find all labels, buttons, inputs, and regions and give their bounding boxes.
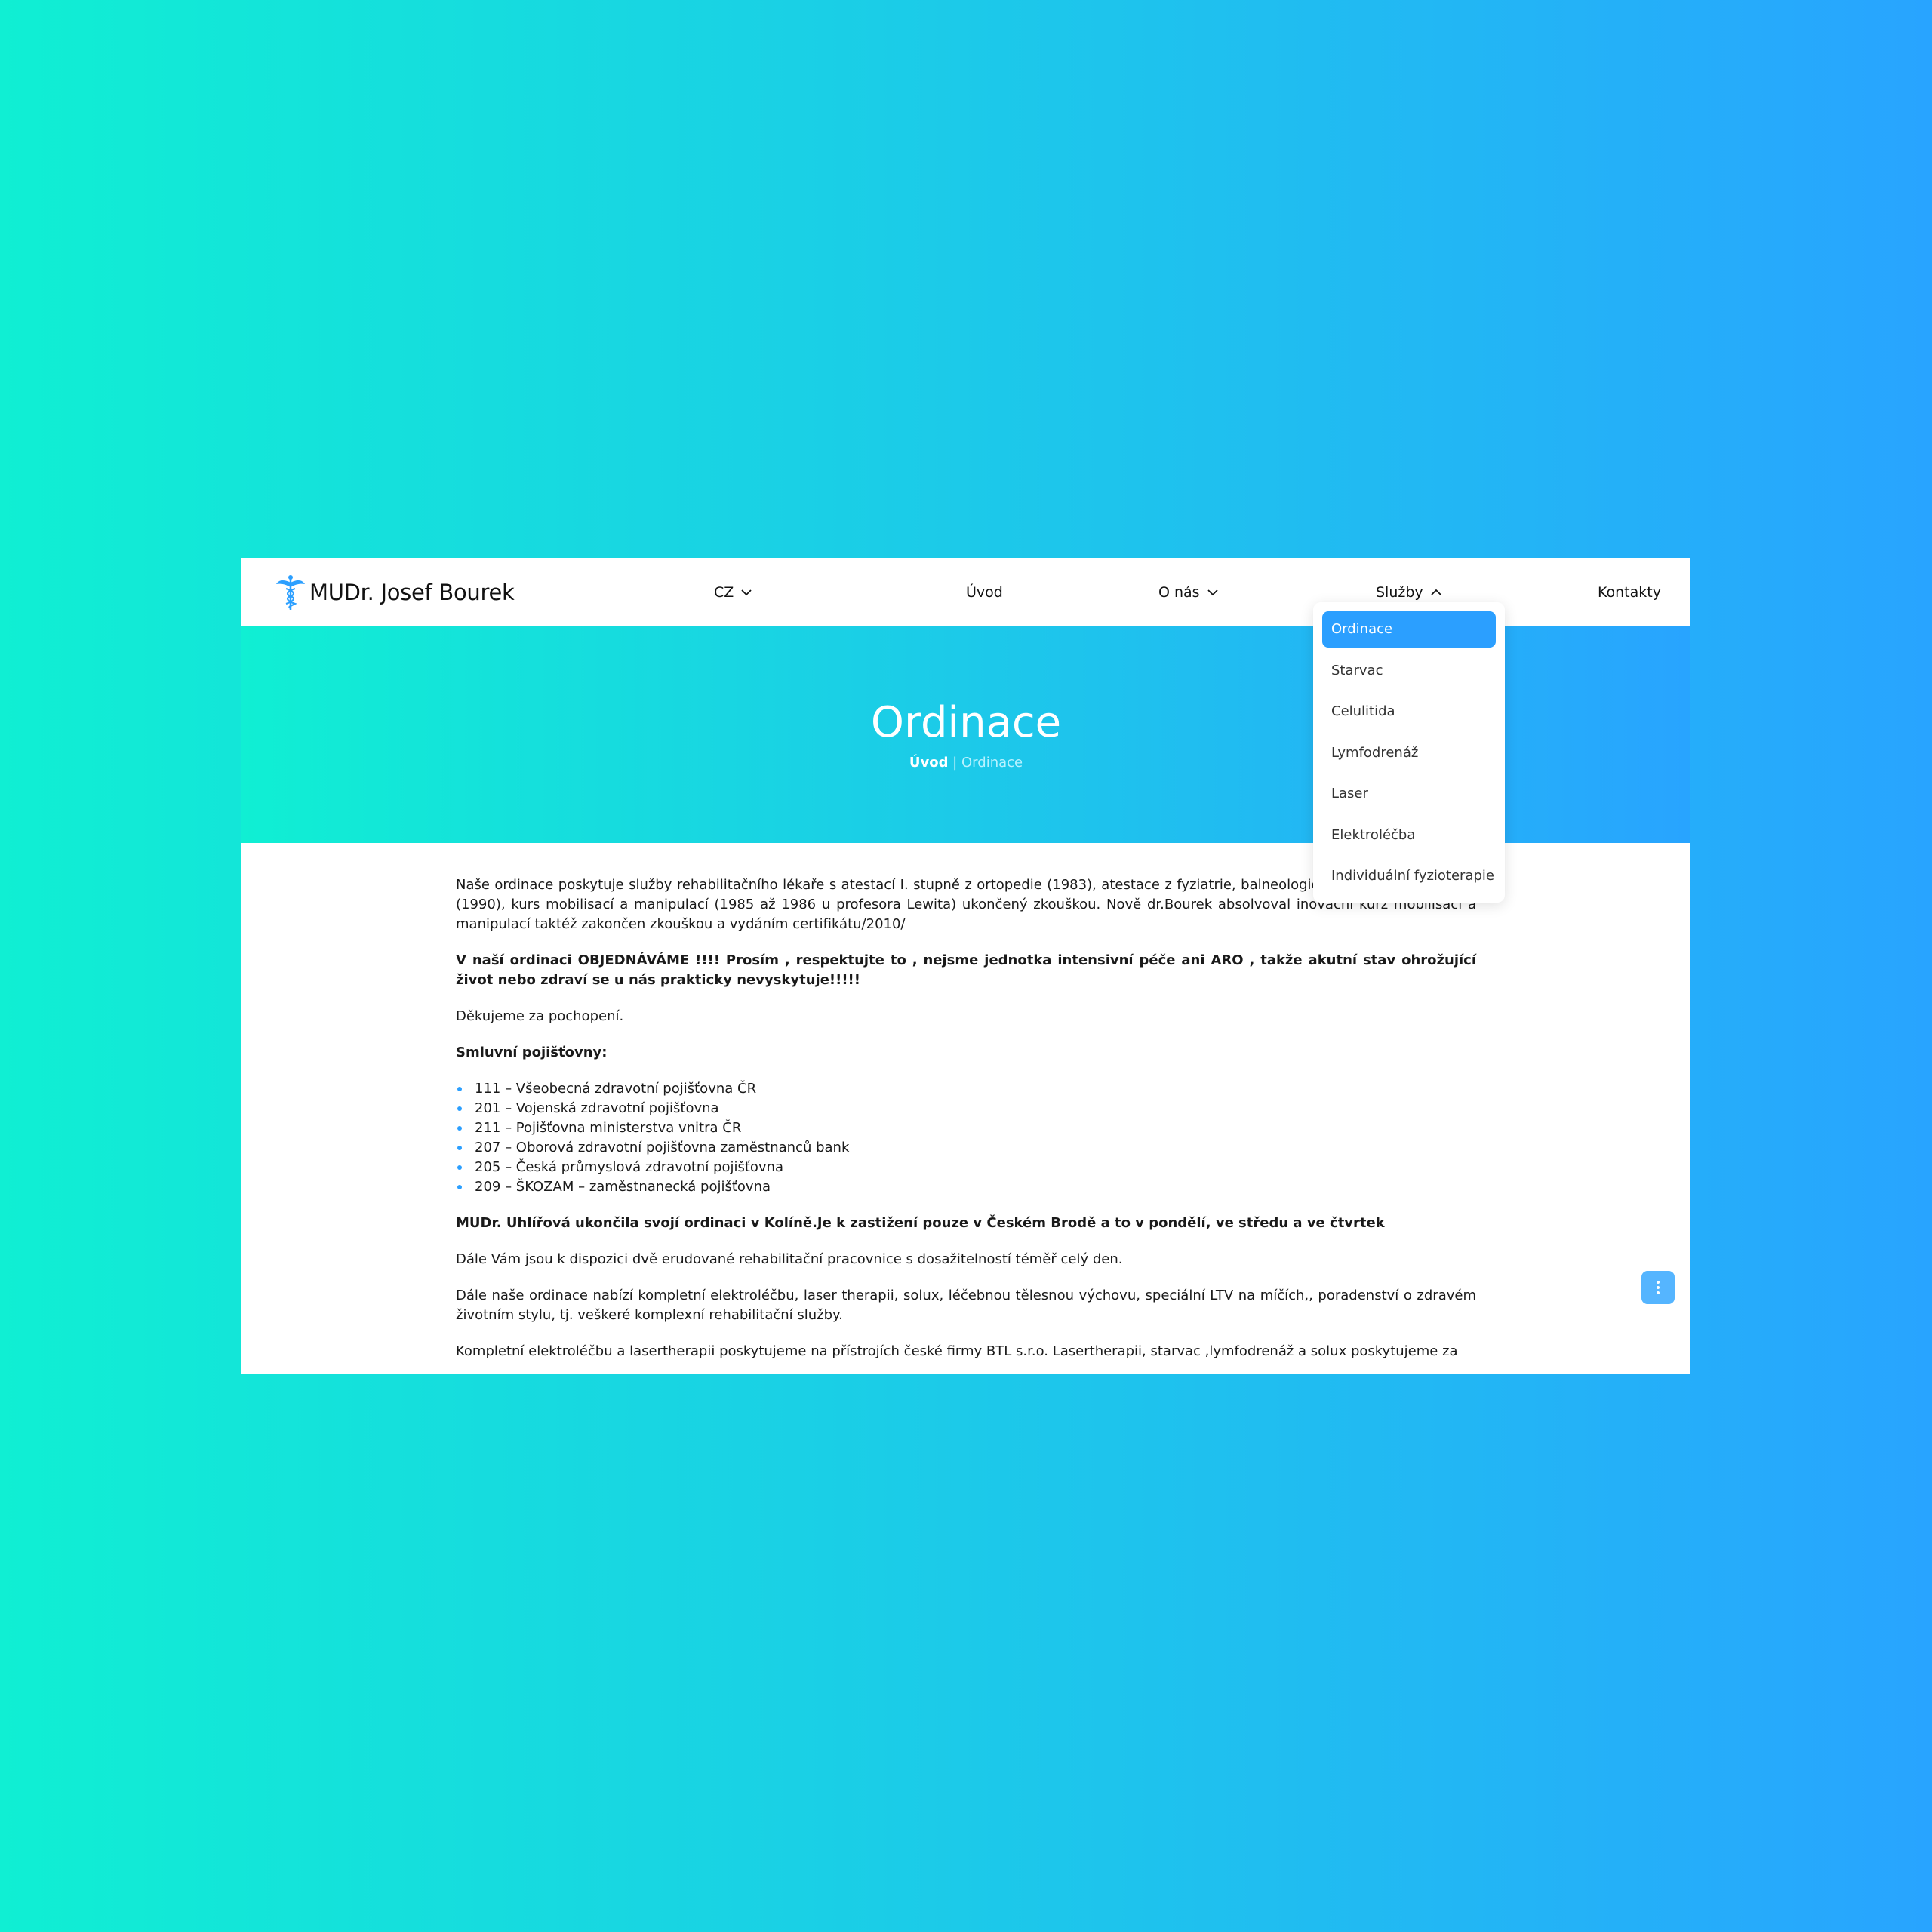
chevron-down-icon: [1207, 589, 1218, 596]
site-logo-text: MUDr. Josef Bourek: [309, 580, 515, 605]
list-item: 209 – ŠKOZAM – zaměstnanecká pojišťovna: [456, 1177, 1476, 1197]
nav-menu-about[interactable]: O nás: [1158, 558, 1220, 626]
caduceus-icon: [276, 575, 305, 610]
insurers-list: 111 – Všeobecná zdravotní pojišťovna ČR …: [456, 1079, 1476, 1197]
dropdown-item-elektroleceba[interactable]: Elektroléčba: [1322, 817, 1496, 854]
nav-link-contacts[interactable]: Kontakty: [1598, 558, 1661, 626]
dropdown-item-starvac[interactable]: Starvac: [1322, 653, 1496, 689]
more-vertical-icon: [1657, 1281, 1660, 1294]
breadcrumb-current: Ordinace: [961, 755, 1023, 771]
services-paragraph: Dále naše ordinace nabízí kompletní elek…: [456, 1287, 1476, 1323]
dropdown-item-laser[interactable]: Laser: [1322, 776, 1496, 812]
breadcrumb-home-link[interactable]: Úvod: [909, 755, 949, 771]
list-item: 205 – Česká průmyslová zdravotní pojišťo…: [456, 1158, 1476, 1177]
list-item: 207 – Oborová zdravotní pojišťovna zaměs…: [456, 1138, 1476, 1158]
list-item: 211 – Pojišťovna ministerstva vnitra ČR: [456, 1118, 1476, 1138]
dropdown-item-fyzioterapie[interactable]: Individuální fyzioterapie: [1322, 858, 1496, 894]
chevron-down-icon: [741, 589, 752, 596]
insurers-heading: Smluvní pojišťovny:: [456, 1044, 608, 1060]
dropdown-item-celulitida[interactable]: Celulitida: [1322, 694, 1496, 730]
nav-about-label: O nás: [1158, 584, 1200, 601]
dropdown-item-lymfodrenaz[interactable]: Lymfodrenáž: [1322, 735, 1496, 771]
staff-paragraph: Dále Vám jsou k dispozici dvě erudované …: [456, 1251, 1123, 1267]
appointment-notice: V naší ordinaci OBJEDNÁVÁME !!!! Prosím …: [456, 952, 1476, 988]
browser-viewport: MUDr. Josef Bourek CZ Úvod O nás Služby …: [242, 558, 1690, 1374]
nav-link-home[interactable]: Úvod: [966, 558, 1003, 626]
chevron-up-icon: [1431, 589, 1441, 595]
equipment-paragraph: Kompletní elektroléčbu a lasertherapii p…: [456, 1343, 1458, 1359]
nav-contacts-label: Kontakty: [1598, 584, 1661, 601]
floating-menu-button[interactable]: [1641, 1271, 1675, 1304]
services-dropdown-menu: Ordinace Starvac Celulitida Lymfodrenáž …: [1313, 602, 1505, 903]
breadcrumb-separator: |: [948, 755, 962, 771]
main-content: Naše ordinace poskytuje služby rehabilit…: [456, 875, 1476, 1374]
nav-home-label: Úvod: [966, 584, 1003, 601]
list-item: 111 – Všeobecná zdravotní pojišťovna ČR: [456, 1079, 1476, 1099]
nav-services-label: Služby: [1376, 584, 1423, 601]
doctor-notice: MUDr. Uhlířová ukončila svojí ordinaci v…: [456, 1215, 1385, 1231]
nav-language-label: CZ: [714, 584, 734, 601]
thanks-paragraph: Děkujeme za pochopení.: [456, 1008, 624, 1024]
site-logo[interactable]: MUDr. Josef Bourek: [275, 574, 515, 611]
nav-language-selector[interactable]: CZ: [714, 558, 753, 626]
list-item: 201 – Vojenská zdravotní pojišťovna: [456, 1099, 1476, 1118]
dropdown-item-ordinace[interactable]: Ordinace: [1322, 611, 1496, 648]
